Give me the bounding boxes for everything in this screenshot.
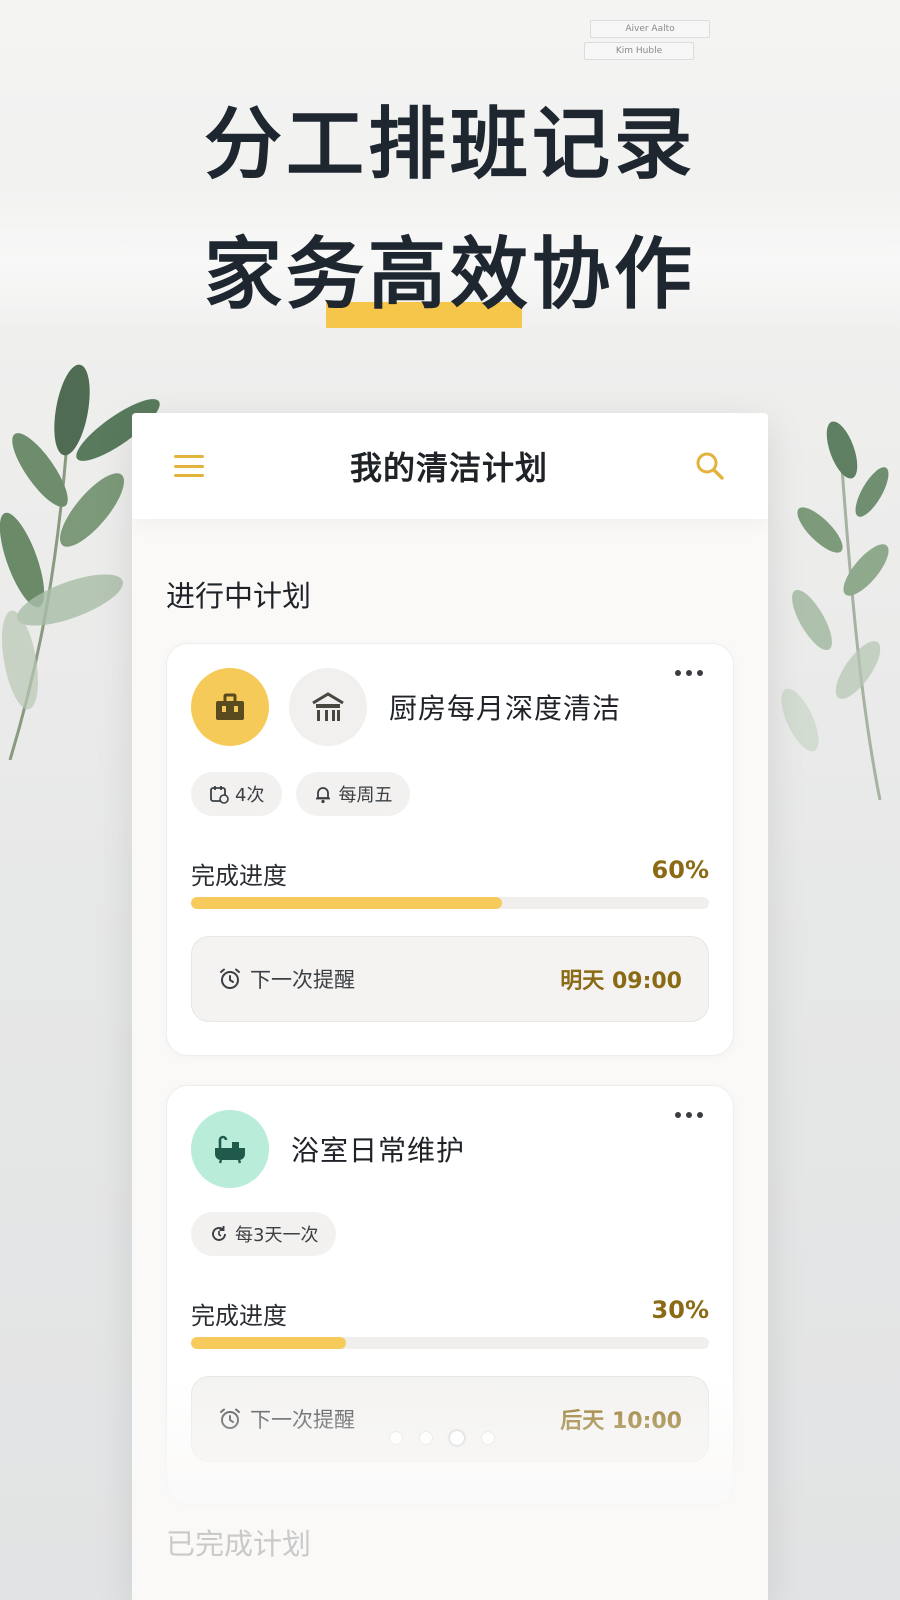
page-dot[interactable]: [482, 1432, 494, 1444]
progress-percent: 60%: [651, 856, 709, 884]
page-indicator: [390, 1431, 494, 1445]
chip-label: 4次: [235, 785, 265, 806]
plan-card[interactable]: 厨房每月深度清洁 4次 每周五 完成进度 60% 下一次提醒 明天 09:00: [166, 643, 734, 1056]
next-reminder[interactable]: 下一次提醒 后天 10:00: [191, 1376, 709, 1462]
hamburger-menu-icon[interactable]: [174, 455, 204, 477]
app-bar: 我的清洁计划: [132, 413, 768, 519]
hero-line-2: 家务高效协作: [204, 210, 696, 340]
search-icon[interactable]: [694, 450, 726, 482]
background-book: Kim Huble: [584, 42, 694, 60]
page-dot-active[interactable]: [450, 1431, 464, 1445]
plan-tags: 4次 每周五: [191, 772, 411, 816]
more-options-icon[interactable]: [675, 670, 703, 678]
plan-title: 浴室日常维护: [291, 1134, 466, 1167]
progress-bar: [191, 897, 709, 909]
kitchen-icon: [289, 668, 367, 746]
plan-title: 厨房每月深度清洁: [389, 692, 622, 725]
page-dot[interactable]: [390, 1432, 402, 1444]
progress-bar-fill: [191, 897, 502, 909]
reminder-label: 下一次提醒: [250, 968, 355, 992]
bathtub-icon: [191, 1110, 269, 1188]
bell-icon: [316, 787, 331, 804]
right-plant-decoration: [781, 421, 889, 800]
hero-headline: 分工排班记录 家务高效协作: [0, 80, 900, 340]
plan-card-header: 厨房每月深度清洁: [191, 668, 621, 746]
plan-tags: 每3天一次: [191, 1212, 337, 1256]
background-bookshelf: Aiver Aalto Kim Huble: [580, 20, 740, 70]
progress-bar: [191, 1337, 709, 1349]
chip-label: 每3天一次: [235, 1225, 319, 1246]
page-dot[interactable]: [420, 1432, 432, 1444]
next-reminder[interactable]: 下一次提醒 明天 09:00: [191, 936, 709, 1022]
active-plans-heading: 进行中计划: [166, 579, 312, 613]
reminder-time: 明天 09:00: [560, 969, 682, 994]
reminder-label: 下一次提醒: [250, 1408, 355, 1432]
hero-line-1: 分工排班记录: [203, 100, 696, 190]
cycle-icon: [212, 1226, 226, 1241]
schedule-chip: 每周五: [296, 772, 411, 816]
plan-card-header: 浴室日常维护: [191, 1110, 465, 1188]
toolbox-icon: [191, 668, 269, 746]
hero-line-2-text: 家务高效协作: [203, 230, 696, 320]
count-chip: 4次: [191, 772, 283, 816]
progress-percent: 30%: [651, 1296, 709, 1324]
reminder-time: 后天 10:00: [560, 1409, 682, 1434]
progress-bar-fill: [191, 1337, 347, 1349]
alarm-clock-icon: [220, 968, 240, 989]
background-book: Aiver Aalto: [590, 20, 710, 38]
frequency-chip: 每3天一次: [191, 1212, 337, 1256]
alarm-clock-icon: [220, 1408, 240, 1429]
chip-label: 每周五: [338, 785, 393, 806]
phone-screen: 我的清洁计划 进行中计划 厨房每月深度清洁 4次 每周五 完成进度 60% 下一…: [132, 413, 768, 1600]
progress-label: 完成进度: [191, 1302, 287, 1330]
calendar-repeat-icon: [210, 786, 229, 804]
completed-plans-heading: 已完成计划: [166, 1527, 312, 1561]
progress-label: 完成进度: [191, 862, 287, 890]
page-title: 我的清洁计划: [349, 449, 548, 487]
more-options-icon[interactable]: [675, 1112, 703, 1120]
